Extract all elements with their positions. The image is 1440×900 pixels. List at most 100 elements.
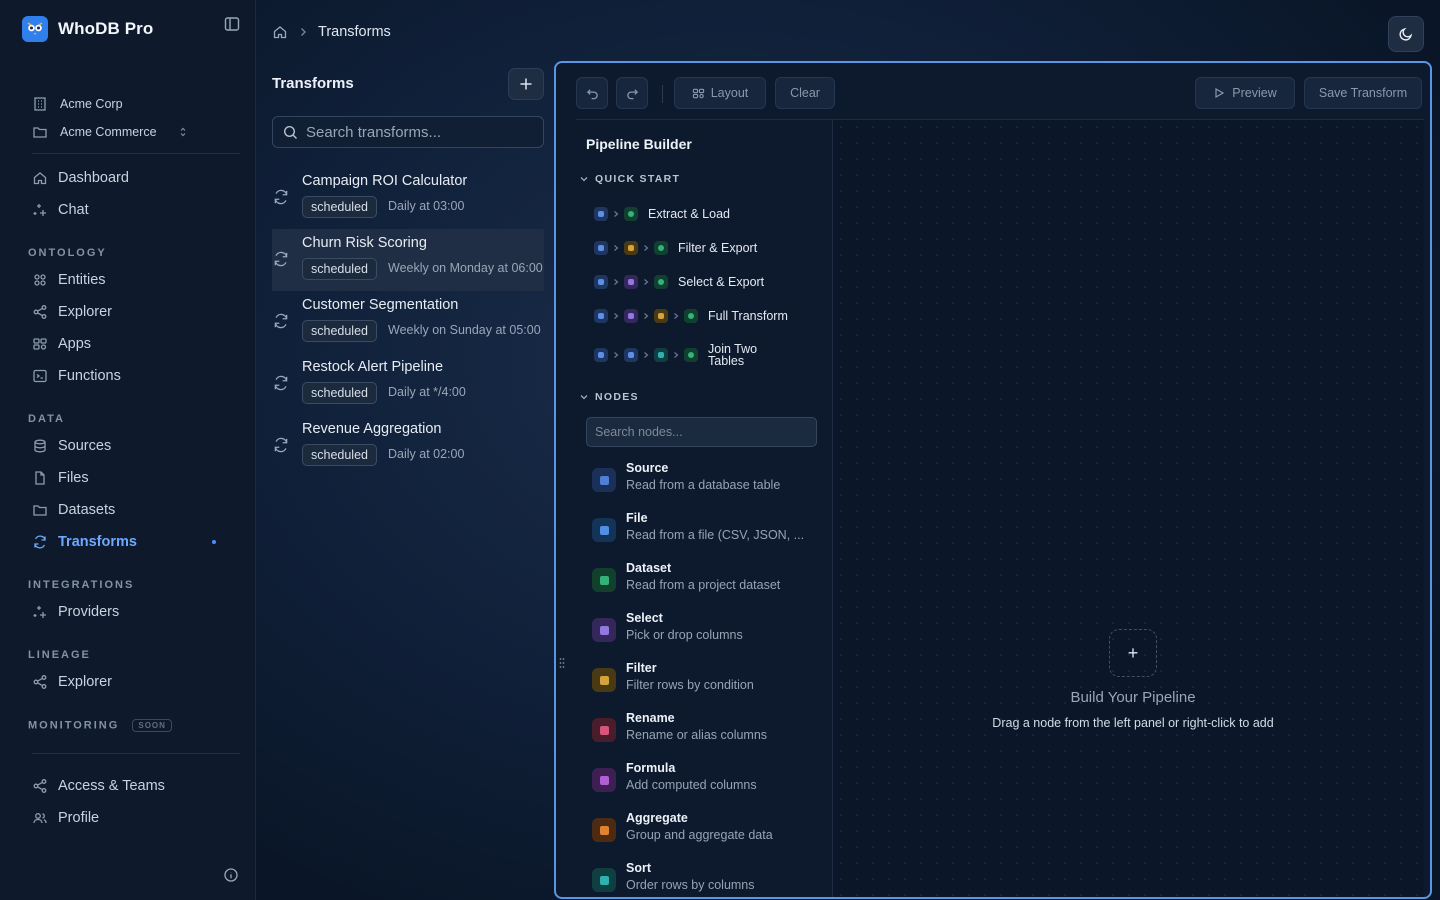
refresh-icon [272,436,290,454]
database-switcher[interactable]: Acme Commerce [32,124,189,140]
node-rename[interactable]: Rename Rename or alias columns [592,711,817,751]
save-label: Save Transform [1318,86,1408,100]
nav-sources[interactable]: Sources [32,435,232,457]
quick-start-label: Extract & Load [648,207,730,221]
nodes-toggle[interactable]: NODES [579,391,639,403]
node-description: Filter rows by condition [626,678,754,692]
file-icon [32,470,48,486]
nav-access-teams[interactable]: Access & Teams [32,775,232,797]
select-node-icon [592,618,616,642]
nav-label: Explorer [58,674,112,690]
sidebar-toggle-icon[interactable] [224,16,242,34]
node-title: Rename [626,711,675,725]
node-chip-icon [624,207,638,221]
info-icon[interactable] [223,867,239,883]
brand[interactable]: WhoDB Pro [22,16,153,42]
section-monitoring-label: MONITORING [28,719,120,732]
nav-ontology-explorer[interactable]: Explorer [32,301,232,323]
layout-button[interactable]: Layout [674,77,766,109]
transform-name: Revenue Aggregation [302,421,442,437]
transform-item[interactable]: Churn Risk Scoring scheduled Weekly on M… [272,229,544,291]
nav-profile[interactable]: Profile [32,807,232,829]
quick-start-item[interactable]: Select & Export [594,275,764,289]
nav-lineage-explorer[interactable]: Explorer [32,671,232,693]
clear-button[interactable]: Clear [775,77,835,109]
status-badge: scheduled [302,320,377,342]
search-input[interactable] [306,123,526,141]
nav-label: Profile [58,810,100,826]
quick-start-item[interactable]: Extract & Load [594,207,730,221]
theme-toggle-button[interactable] [1388,16,1424,52]
nav-apps[interactable]: Apps [32,333,232,355]
transform-item[interactable]: Customer Segmentation scheduled Weekly o… [272,291,544,353]
add-transform-button[interactable] [508,68,544,100]
node-select[interactable]: Select Pick or drop columns [592,611,817,651]
app-name: WhoDB Pro [58,19,154,38]
transform-name: Restock Alert Pipeline [302,359,444,375]
transforms-search[interactable] [272,116,544,148]
status-badge: scheduled [302,258,377,280]
org-name: Acme Corp [60,97,123,111]
save-transform-button[interactable]: Save Transform [1304,77,1422,109]
quick-start-label: Join Two Tables [708,342,758,368]
org-switcher[interactable]: Acme Corp [32,96,123,112]
quick-start-item[interactable]: Join Two Tables [594,343,778,367]
preview-button[interactable]: Preview [1195,77,1295,109]
node-chip-icon [624,275,638,289]
add-node-button[interactable]: + [1109,629,1157,677]
nav-dashboard[interactable]: Dashboard [32,167,232,189]
node-sort[interactable]: Sort Order rows by columns [592,861,817,897]
section-data: DATA [28,413,65,425]
resize-handle-icon[interactable] [559,657,565,669]
nav-label: Chat [58,202,89,218]
nav-chat[interactable]: Chat [32,199,232,221]
node-title: Formula [626,761,676,775]
transform-schedule: Weekly on Sunday at 05:00 [388,323,541,337]
transform-name: Customer Segmentation [302,297,459,313]
node-chip-icon [594,309,608,323]
quick-start-item[interactable]: Full Transform [594,309,788,323]
status-badge: scheduled [302,444,377,466]
node-dataset[interactable]: Dataset Read from a project dataset [592,561,817,601]
toolbar-separator [662,85,663,103]
node-search-input[interactable] [595,418,805,446]
nav-providers[interactable]: Providers [32,601,232,623]
node-chip-icon [594,207,608,221]
redo-button[interactable] [616,77,648,109]
aggregate-node-icon [592,818,616,842]
preview-label: Preview [1232,86,1277,100]
nav-entities[interactable]: Entities [32,269,232,291]
share-icon [32,674,48,690]
nav-label: Access & Teams [58,778,165,794]
refresh-icon [272,374,290,392]
quick-start-toggle[interactable]: QUICK START [579,173,680,185]
node-title: Dataset [626,561,672,575]
nav-label: Sources [58,438,112,454]
transforms-title: Transforms [272,75,354,92]
node-search[interactable] [586,417,817,447]
node-formula[interactable]: Formula Add computed columns [592,761,817,801]
transform-item[interactable]: Campaign ROI Calculator scheduled Daily … [272,167,544,229]
home-icon[interactable] [272,24,288,40]
undo-button[interactable] [576,77,608,109]
transform-item[interactable]: Revenue Aggregation scheduled Daily at 0… [272,415,544,477]
pipeline-builder: Layout Clear Preview Save Transform Pipe… [554,61,1432,899]
nav-datasets[interactable]: Datasets [32,499,232,521]
play-icon [1213,87,1226,100]
nav-files[interactable]: Files [32,467,232,489]
chevron-right-icon [642,312,650,320]
transform-item[interactable]: Restock Alert Pipeline scheduled Daily a… [272,353,544,415]
node-source[interactable]: Source Read from a database table [592,461,817,501]
quick-start-label: Select & Export [678,275,765,289]
quick-start-item[interactable]: Filter & Export [594,241,757,255]
node-chip-icon [684,348,698,362]
chevron-right-icon [642,278,650,286]
node-file[interactable]: File Read from a file (CSV, JSON, ... [592,511,817,551]
chevron-right-icon [642,244,650,252]
node-filter[interactable]: Filter Filter rows by condition [592,661,817,701]
nav-label: Apps [58,336,92,352]
nav-transforms[interactable]: Transforms [32,531,232,553]
pipeline-canvas[interactable] [833,119,1424,897]
node-aggregate[interactable]: Aggregate Group and aggregate data [592,811,817,851]
nav-functions[interactable]: Functions [32,365,232,387]
